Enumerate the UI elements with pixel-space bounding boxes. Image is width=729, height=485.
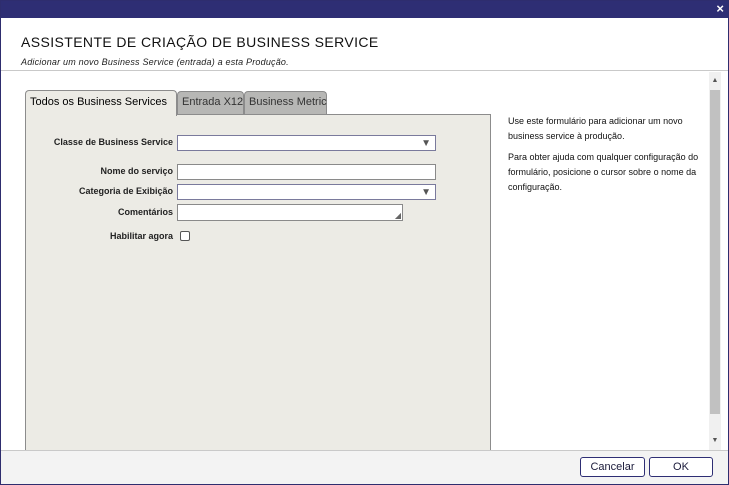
dialog-footer: Cancelar OK bbox=[1, 450, 728, 484]
enable-now-label: Habilitar agora bbox=[109, 231, 173, 241]
chevron-down-icon: ▼ bbox=[421, 138, 431, 149]
tab-all-business-services[interactable]: Todos os Business Services bbox=[25, 90, 177, 116]
tab-entrada-x12[interactable]: Entrada X12 bbox=[177, 91, 244, 115]
service-name-label: Nome do serviço bbox=[100, 166, 173, 176]
help-text: Use este formulário para adicionar um no… bbox=[508, 114, 704, 201]
dialog-content: Todos os Business Services Entrada X12 B… bbox=[1, 72, 709, 450]
title-bar: × bbox=[1, 1, 728, 18]
dialog-subtitle: Adicionar um novo Business Service (entr… bbox=[21, 57, 289, 67]
comments-label: Comentários bbox=[117, 207, 173, 217]
resize-grip-icon[interactable]: ◢ bbox=[395, 212, 401, 220]
help-paragraph-1: Use este formulário para adicionar um no… bbox=[508, 116, 683, 141]
dialog-header: ASSISTENTE DE CRIAÇÃO DE BUSINESS SERVIC… bbox=[1, 18, 728, 71]
dialog-title: ASSISTENTE DE CRIAÇÃO DE BUSINESS SERVIC… bbox=[21, 34, 379, 50]
comments-textarea[interactable]: ◢ bbox=[177, 204, 403, 221]
vertical-scrollbar[interactable]: ▲ ▼ bbox=[709, 72, 721, 450]
class-select[interactable]: ▼ bbox=[177, 135, 436, 151]
form-panel: Classe de Business Service ▼ Nome do ser… bbox=[25, 114, 491, 450]
close-icon[interactable]: × bbox=[716, 1, 724, 17]
scroll-up-icon[interactable]: ▲ bbox=[709, 74, 721, 88]
class-label: Classe de Business Service bbox=[53, 137, 173, 147]
service-name-input[interactable] bbox=[177, 164, 436, 180]
cancel-button[interactable]: Cancelar bbox=[580, 457, 645, 477]
category-label: Categoria de Exibição bbox=[78, 186, 173, 196]
chevron-down-icon: ▼ bbox=[421, 187, 431, 198]
enable-now-checkbox[interactable] bbox=[180, 231, 190, 241]
tab-business-metric[interactable]: Business Metric bbox=[244, 91, 327, 115]
category-select[interactable]: ▼ bbox=[177, 184, 436, 200]
scroll-thumb[interactable] bbox=[710, 90, 720, 414]
wizard-dialog: × ASSISTENTE DE CRIAÇÃO DE BUSINESS SERV… bbox=[0, 0, 729, 485]
ok-button[interactable]: OK bbox=[649, 457, 713, 477]
help-paragraph-2: Para obter ajuda com qualquer configuraç… bbox=[508, 152, 699, 192]
scroll-down-icon[interactable]: ▼ bbox=[709, 434, 721, 448]
